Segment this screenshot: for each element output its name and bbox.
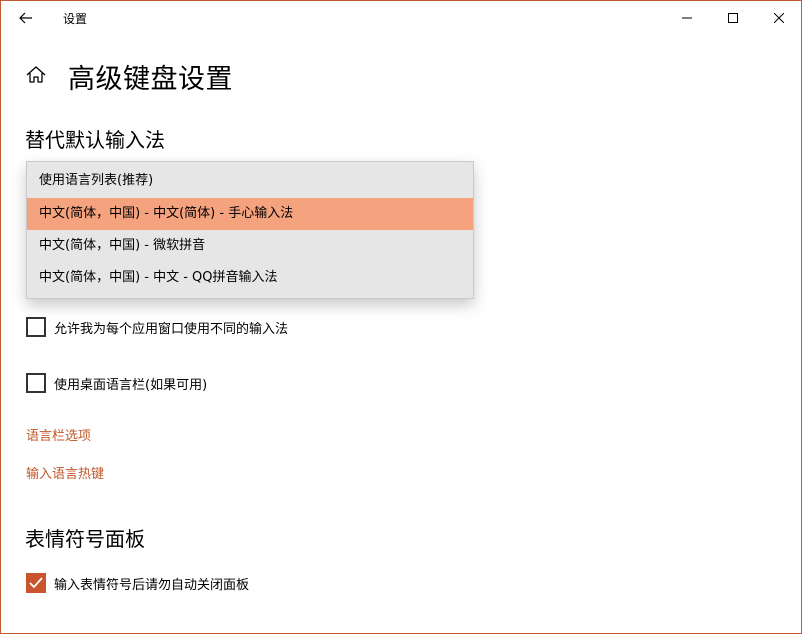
input-language-hotkeys-link[interactable]: 输入语言热键	[26, 463, 104, 482]
minimize-button[interactable]	[664, 1, 710, 35]
desktop-language-bar-checkbox[interactable]	[26, 373, 46, 393]
back-arrow-icon	[19, 12, 32, 24]
close-button[interactable]	[756, 1, 802, 35]
section-title-input-method: 替代默认输入法	[25, 128, 165, 152]
dropdown-option-selected[interactable]: 中文(简体，中国) - 中文(简体) - 手心输入法	[27, 198, 473, 230]
title-bar: 设置	[1, 1, 801, 35]
per-app-input-label: 允许我为每个应用窗口使用不同的输入法	[54, 321, 289, 337]
emoji-auto-close-checkbox-row[interactable]: 输入表情符号后请勿自动关闭面板	[26, 573, 249, 593]
input-method-dropdown-list[interactable]: 使用语言列表(推荐) 中文(简体，中国) - 中文(简体) - 手心输入法 中文…	[26, 161, 474, 299]
maximize-icon	[728, 13, 738, 23]
emoji-auto-close-label: 输入表情符号后请勿自动关闭面板	[54, 577, 250, 593]
section-title-emoji-panel: 表情符号面板	[25, 527, 145, 551]
emoji-auto-close-checkbox[interactable]	[26, 573, 46, 593]
dropdown-option[interactable]: 中文(简体，中国) - 微软拼音	[27, 230, 473, 262]
home-icon[interactable]	[25, 64, 47, 86]
minimize-icon	[682, 17, 692, 19]
dropdown-option[interactable]: 使用语言列表(推荐)	[27, 165, 473, 197]
back-button[interactable]	[13, 5, 39, 31]
settings-window: 设置 高级键盘设置 替代默认输入法 使用语言列表(推荐) 中文(简体，中国) -…	[0, 0, 802, 634]
language-bar-options-link[interactable]: 语言栏选项	[26, 425, 91, 444]
close-icon	[774, 13, 784, 23]
per-app-input-checkbox[interactable]	[26, 317, 46, 337]
page-title: 高级键盘设置	[68, 64, 233, 95]
window-title: 设置	[63, 12, 88, 26]
maximize-button[interactable]	[710, 1, 756, 35]
desktop-language-bar-checkbox-row[interactable]: 使用桌面语言栏(如果可用)	[26, 373, 207, 393]
dropdown-option[interactable]: 中文(简体，中国) - 中文 - QQ拼音输入法	[27, 262, 473, 294]
desktop-language-bar-label: 使用桌面语言栏(如果可用)	[54, 377, 208, 393]
per-app-input-checkbox-row[interactable]: 允许我为每个应用窗口使用不同的输入法	[26, 317, 288, 337]
checkmark-icon	[29, 577, 43, 589]
